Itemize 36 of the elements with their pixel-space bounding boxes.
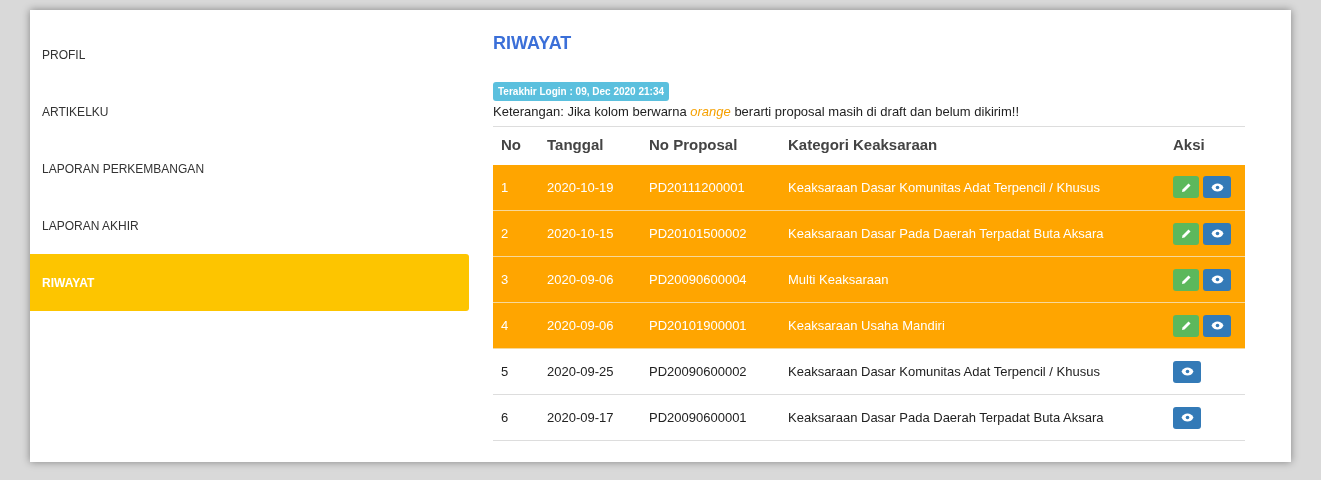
table-cell: 2020-09-06 bbox=[547, 271, 614, 287]
column-header: Kategori Keaksaraan bbox=[787, 135, 939, 156]
table-cell: Keaksaraan Dasar Komunitas Adat Terpencil / Khusus bbox=[788, 363, 1100, 379]
table-cell: 2020-09-06 bbox=[547, 317, 614, 333]
column-header: Aksi bbox=[1172, 135, 1206, 156]
table-cell: Multi Keaksaraan bbox=[788, 271, 889, 287]
page-title: RIWAYAT bbox=[493, 32, 573, 55]
table-cell: Keaksaraan Dasar Pada Daerah Terpadat Buta Aksara bbox=[788, 225, 1104, 241]
table-cell: Keaksaraan Dasar Pada Daerah Terpadat Buta Aksara bbox=[788, 409, 1104, 425]
legend-text: Keterangan: Jika kolom berwarna orange berarti proposal masih di draft dan belum dikirim!! bbox=[493, 102, 1245, 127]
table-cell: 4 bbox=[501, 317, 509, 333]
table-cell: PD20090600004 bbox=[649, 271, 747, 287]
table-cell: PD20101900001 bbox=[649, 317, 747, 333]
table-cell: 2020-09-17 bbox=[547, 409, 614, 425]
sidebar-item[interactable]: PROFIL bbox=[30, 26, 469, 83]
table-cell: PD20111200001 bbox=[649, 179, 745, 195]
table-cell: 1 bbox=[501, 179, 509, 195]
table-cell: 2020-10-19 bbox=[547, 179, 614, 195]
column-header: No Proposal bbox=[648, 135, 739, 156]
last-login-badge: Terakhir Login : 09, Dec 2020 21:34 bbox=[493, 82, 669, 101]
table-cell: PD20090600001 bbox=[649, 409, 747, 425]
table-cell: 2020-09-25 bbox=[547, 363, 614, 379]
table-cell: Keaksaraan Dasar Komunitas Adat Terpencil / Khusus bbox=[788, 179, 1100, 195]
sidebar-item[interactable]: LAPORAN AKHIR bbox=[30, 197, 469, 254]
table-cell: 2020-10-15 bbox=[547, 225, 614, 241]
table-cell: 6 bbox=[501, 409, 509, 425]
table-cell: Keaksaraan Usaha Mandiri bbox=[788, 317, 945, 333]
table-cell: 2 bbox=[501, 225, 509, 241]
column-header: Tanggal bbox=[546, 135, 605, 156]
column-header: No bbox=[500, 135, 522, 156]
table-cell: 3 bbox=[501, 271, 509, 287]
sidebar-item[interactable]: ARTIKELKU bbox=[30, 83, 469, 140]
table-cell: PD20101500002 bbox=[649, 225, 747, 241]
sidebar-item[interactable]: LAPORAN PERKEMBANGAN bbox=[30, 140, 469, 197]
table-cell: 5 bbox=[501, 363, 509, 379]
table-cell: PD20090600002 bbox=[649, 363, 747, 379]
